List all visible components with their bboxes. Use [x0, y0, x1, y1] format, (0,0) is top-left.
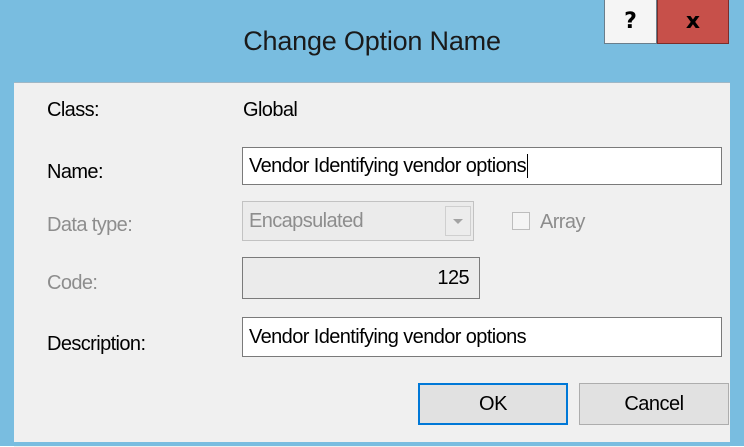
ok-button[interactable]: OK [418, 383, 568, 425]
text-caret [527, 154, 529, 178]
data-type-label: Data type: [47, 214, 133, 236]
description-label: Description: [47, 333, 146, 355]
array-checkbox[interactable] [512, 212, 530, 230]
array-label: Array [540, 211, 585, 233]
code-value: 125 [437, 266, 469, 289]
description-input-text: Vendor Identifying vendor options [249, 325, 527, 348]
change-option-name-dialog: Change Option Name ? x Class: Global Nam… [0, 0, 744, 447]
help-icon: ? [624, 9, 637, 34]
dialog-body: Class: Global Name: Vendor Identifying v… [14, 82, 730, 447]
window-bottom-border [0, 442, 744, 446]
close-icon: x [685, 9, 701, 34]
close-button[interactable]: x [657, 0, 729, 44]
class-label: Class: [47, 99, 100, 121]
help-button[interactable]: ? [604, 0, 657, 44]
code-label: Code: [47, 272, 98, 294]
chevron-down-icon[interactable] [445, 206, 471, 236]
data-type-dropdown[interactable]: Encapsulated [242, 201, 474, 241]
cancel-button[interactable]: Cancel [579, 383, 729, 425]
code-field: 125 [242, 257, 480, 299]
data-type-selected-value: Encapsulated [249, 209, 364, 232]
description-input[interactable]: Vendor Identifying vendor options [242, 317, 722, 357]
name-input[interactable]: Vendor Identifying vendor options [242, 147, 722, 185]
name-input-text: Vendor Identifying vendor options [249, 154, 527, 177]
title-bar[interactable]: Change Option Name ? x [0, 0, 744, 82]
name-label: Name: [47, 161, 104, 183]
class-value: Global [243, 99, 298, 121]
